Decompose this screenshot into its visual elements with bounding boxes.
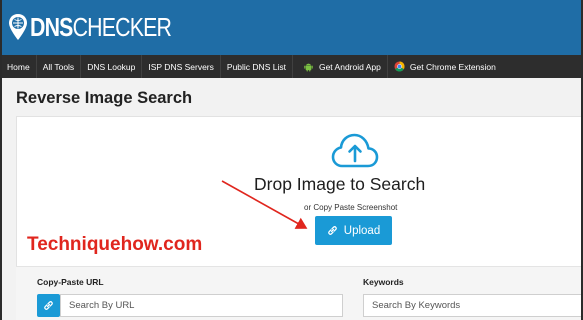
nav-item-android-app[interactable]: Get Android App <box>293 55 388 78</box>
url-input[interactable] <box>60 294 343 317</box>
nav-item-chrome-extension[interactable]: Get Chrome Extension <box>388 55 502 78</box>
watermark-text: Techniquehow.com <box>27 234 203 255</box>
nav-item-label: Home <box>7 61 30 72</box>
link-icon <box>44 301 53 310</box>
nav-item-dns-lookup[interactable]: DNS Lookup <box>81 55 143 78</box>
nav-item-label: Public DNS List <box>226 61 286 72</box>
nav-item-home[interactable]: Home <box>2 55 37 78</box>
nav-item-label: ISP DNS Servers <box>148 61 214 72</box>
upload-button-label: Upload <box>343 224 381 237</box>
main-nav: Home All Tools DNS Lookup ISP DNS Server… <box>2 55 581 78</box>
keywords-input[interactable] <box>363 294 581 317</box>
nav-item-label: Get Android App <box>318 61 381 72</box>
logo-text-rest: CHECKER <box>72 12 172 42</box>
nav-item-isp-dns-servers[interactable]: ISP DNS Servers <box>142 55 221 78</box>
page-title: Reverse Image Search <box>16 89 193 107</box>
nav-item-all-tools[interactable]: All Tools <box>37 55 82 78</box>
logo-text: DNSCHECKER <box>30 12 172 42</box>
nav-item-label: All Tools <box>42 61 75 72</box>
site-logo[interactable]: DNSCHECKER <box>8 9 202 45</box>
browser-frame: DNSCHECKER Home All Tools DNS Lookup ISP… <box>0 0 583 320</box>
upload-button[interactable]: Upload <box>315 216 392 245</box>
chrome-icon <box>394 61 405 72</box>
nav-item-public-dns-list[interactable]: Public DNS List <box>221 55 293 78</box>
globe-pin-icon <box>9 14 27 40</box>
site-header: DNSCHECKER <box>2 0 581 55</box>
logo-text-bold: DNS <box>30 12 73 42</box>
nav-item-label: Get Chrome Extension <box>409 61 496 72</box>
nav-item-label: DNS Lookup <box>87 61 136 72</box>
dropzone-subtitle: or Copy Paste Screenshot <box>304 203 398 212</box>
dropzone-title: Drop Image to Search <box>254 174 426 194</box>
android-icon <box>304 63 313 72</box>
keywords-field-label: Keywords <box>363 277 404 287</box>
link-icon <box>327 226 337 235</box>
cloud-upload-icon <box>331 133 379 168</box>
url-field-addon <box>37 294 60 317</box>
url-field-label: Copy-Paste URL <box>37 277 104 287</box>
